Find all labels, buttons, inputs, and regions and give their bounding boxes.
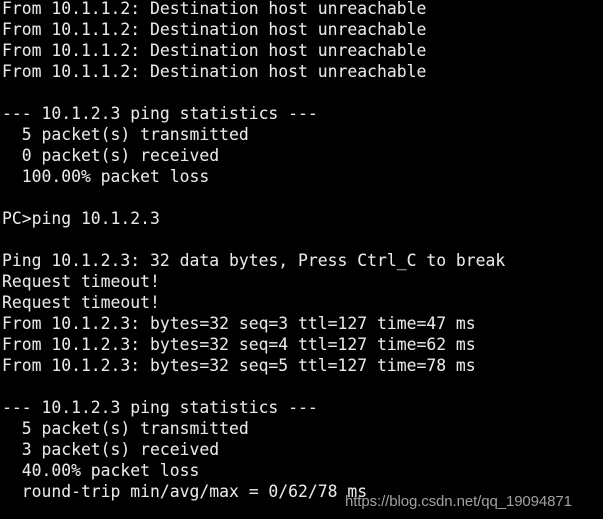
terminal-line: From 10.1.1.2: Destination host unreacha… [2, 20, 427, 39]
terminal-line: From 10.1.1.2: Destination host unreacha… [2, 0, 427, 18]
terminal-line: 40.00% packet loss [2, 461, 200, 480]
terminal-line: PC>ping 10.1.2.3 [2, 209, 160, 228]
terminal-line: From 10.1.2.3: bytes=32 seq=3 ttl=127 ti… [2, 314, 476, 333]
terminal-line: 5 packet(s) transmitted [2, 125, 249, 144]
terminal-line: 100.00% packet loss [2, 167, 210, 186]
terminal-line: Request timeout! [2, 293, 160, 312]
terminal-line: 5 packet(s) transmitted [2, 419, 249, 438]
terminal-line: --- 10.1.2.3 ping statistics --- [2, 398, 318, 417]
terminal-line: Ping 10.1.2.3: 32 data bytes, Press Ctrl… [2, 251, 506, 270]
terminal-line: From 10.1.2.3: bytes=32 seq=5 ttl=127 ti… [2, 356, 476, 375]
terminal-line: From 10.1.2.3: bytes=32 seq=4 ttl=127 ti… [2, 335, 476, 354]
terminal-line: Request timeout! [2, 272, 160, 291]
terminal-line: --- 10.1.2.3 ping statistics --- [2, 104, 318, 123]
terminal-line: 0 packet(s) received [2, 146, 220, 165]
terminal-line: From 10.1.1.2: Destination host unreacha… [2, 41, 427, 60]
terminal-line: 3 packet(s) received [2, 440, 220, 459]
console-output-text: From 10.1.1.2: Destination host unreacha… [2, 0, 603, 502]
terminal-console[interactable]: From 10.1.1.2: Destination host unreacha… [0, 0, 603, 519]
terminal-line: From 10.1.1.2: Destination host unreacha… [2, 62, 427, 81]
terminal-line: round-trip min/avg/max = 0/62/78 ms [2, 482, 368, 501]
